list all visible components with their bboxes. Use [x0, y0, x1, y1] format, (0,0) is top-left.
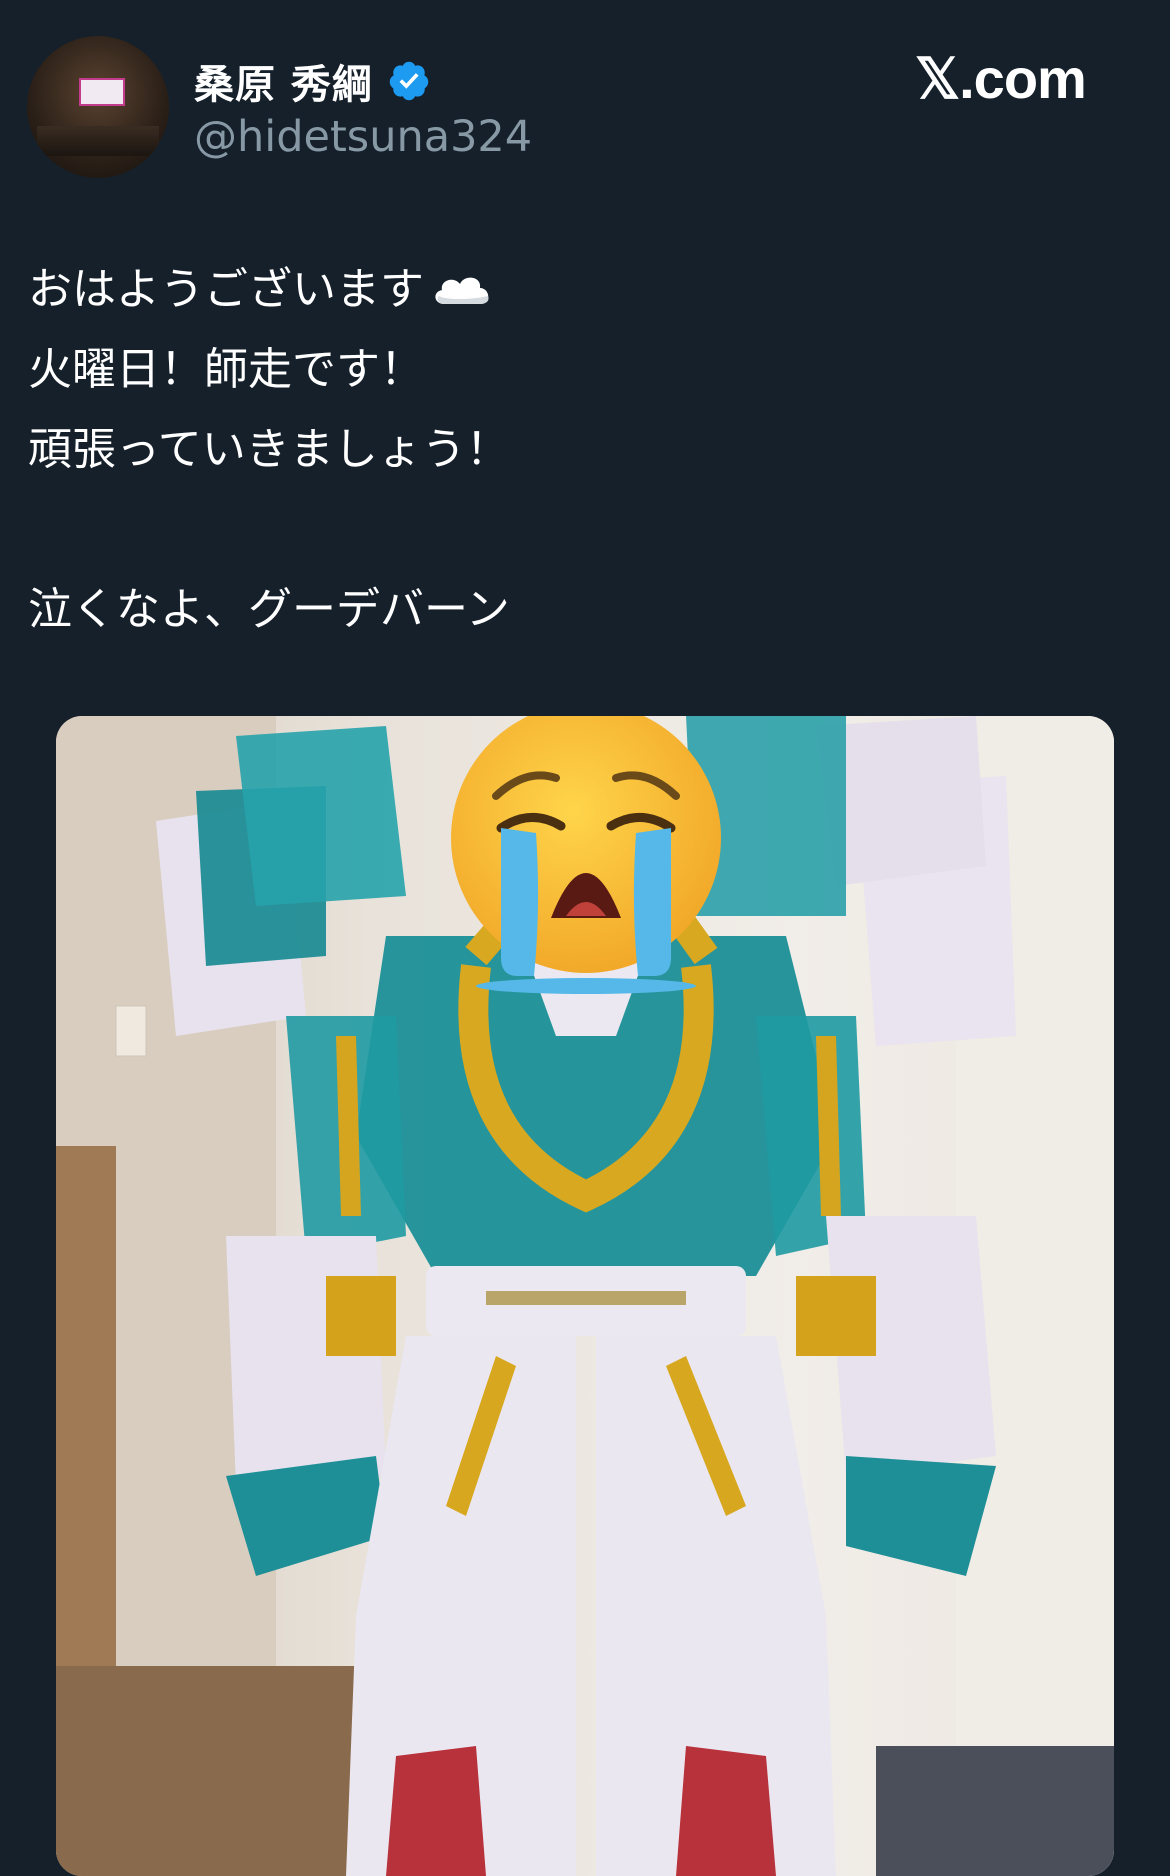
- tweet-text: おはようございます 火曜日！師走です！ 頑張っていきましょう！ 泣くなよ、グーデ…: [28, 258, 510, 658]
- crying-face-icon: [451, 716, 721, 994]
- avatar-desk: [37, 126, 159, 156]
- tweet-line-1-text: おはようございます: [28, 264, 424, 315]
- tweet-line-4: 泣くなよ、グーデバーン: [28, 584, 510, 635]
- tweet-media-photo[interactable]: [56, 716, 1114, 1876]
- tweet-line-3: 頑張っていきましょう！: [28, 424, 510, 475]
- display-name[interactable]: 桑原 秀綱: [194, 52, 373, 110]
- tweet-header: 桑原 秀綱 @hidetsuna324 𝕏.com: [0, 0, 1170, 190]
- verified-badge-icon: [389, 61, 429, 101]
- name-row: 桑原 秀綱: [194, 52, 431, 110]
- tweet-line-1: おはようございます: [28, 258, 510, 338]
- avatar[interactable]: [27, 36, 169, 178]
- cloud-icon: [435, 277, 489, 304]
- tweet-line-2: 火曜日！師走です！: [28, 344, 424, 395]
- tweet-line-gap: [28, 498, 510, 578]
- author-handle[interactable]: @hidetsuna324: [194, 112, 532, 162]
- site-label: 𝕏.com: [915, 47, 1087, 110]
- avatar-screen-icon: [79, 78, 125, 106]
